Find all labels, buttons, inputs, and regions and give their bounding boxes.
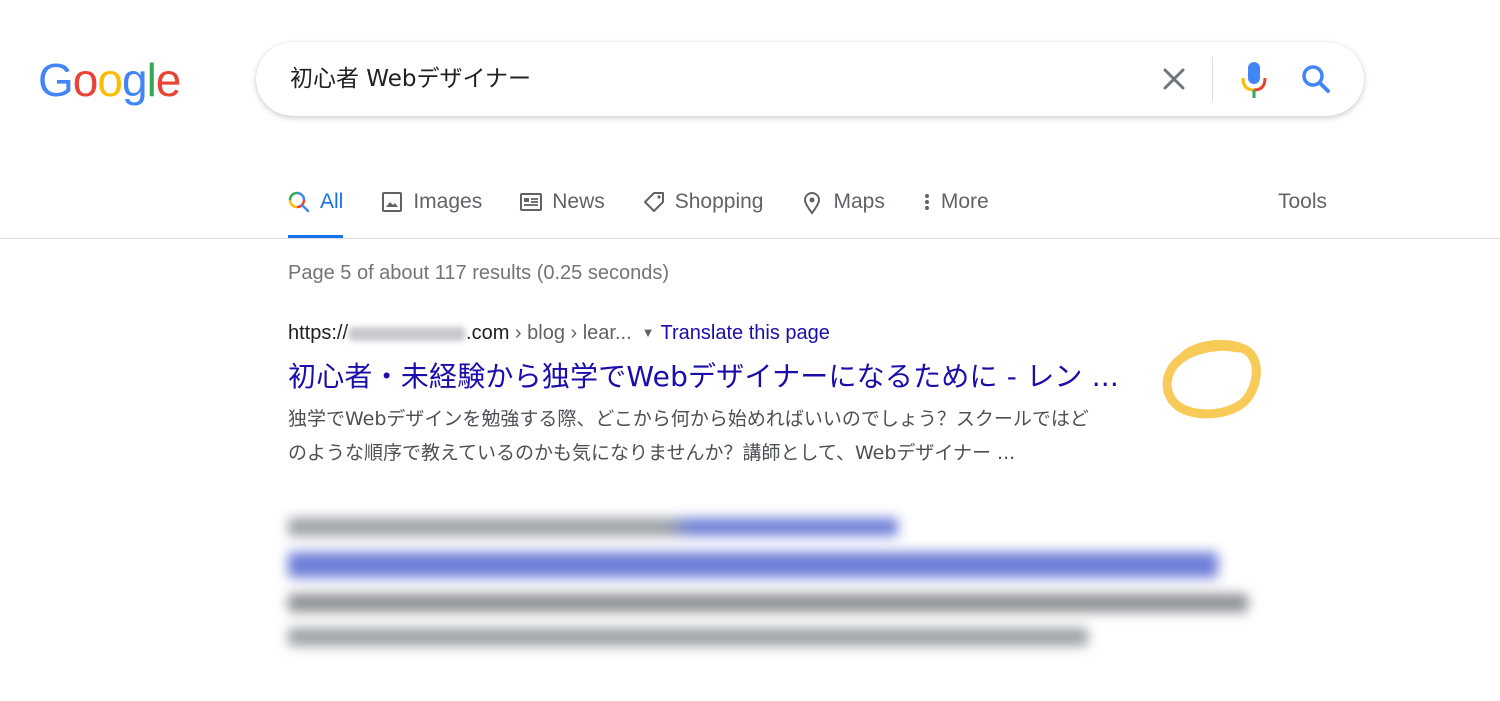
tag-icon (643, 192, 664, 212)
tabs-divider (0, 238, 1500, 239)
search-tabs: All Images News Shopping Maps More (288, 182, 1027, 238)
divider (1212, 57, 1213, 101)
logo-letter: l (146, 54, 157, 106)
blurred-snippet-line (288, 628, 1088, 646)
highlight-circle (1162, 340, 1261, 419)
tab-label: Images (413, 190, 483, 213)
tab-label: More (940, 190, 989, 213)
image-icon (382, 192, 403, 212)
search-icon (288, 191, 310, 213)
logo-letter: o (72, 54, 99, 106)
tab-images[interactable]: Images (381, 182, 482, 238)
tab-shopping[interactable]: Shopping (643, 182, 764, 238)
result-url[interactable]: https:// .com › blog › lear... ▼ Translate … (288, 322, 1248, 348)
search-box[interactable] (256, 42, 1364, 116)
tab-maps[interactable]: Maps (801, 182, 885, 238)
tab-news[interactable]: News (520, 182, 605, 238)
tools-button[interactable]: Tools (1278, 190, 1327, 214)
search-icon[interactable] (1298, 61, 1334, 97)
title-ellipsis: ... (1091, 360, 1120, 393)
logo-letter: e (155, 54, 182, 106)
snippet-line: 独学でWebデザインを勉強する際、どこから何から始めればいいのでしょう？スクール… (288, 408, 1089, 430)
map-pin-icon (804, 192, 821, 215)
logo-letter: g (121, 54, 148, 106)
blurred-snippet-line (288, 594, 1248, 612)
tab-label: News (552, 190, 605, 213)
search-input[interactable] (290, 42, 1150, 116)
tab-label: Maps (833, 190, 885, 213)
result-snippet: 独学でWebデザインを勉強する際、どこから何から始めればいいのでしょう？スクール… (288, 402, 1228, 470)
translate-link[interactable]: Translate this page (661, 322, 830, 344)
tab-label: Shopping (674, 190, 764, 213)
url-prefix: https:// (288, 322, 349, 344)
search-result: https:// .com › blog › lear... ▼ Translate … (288, 322, 1248, 470)
microphone-icon[interactable] (1236, 58, 1272, 100)
snippet-line: のような順序で教えているのかも気になりませんか？講師として、Webデザイナー .… (288, 442, 1016, 464)
blurred-url (288, 518, 898, 536)
result-title-text: 初心者・未経験から独学でWebデザイナーになるために - レン (288, 360, 1083, 393)
url-domain-suffix: .com (466, 322, 510, 344)
tab-label: All (320, 190, 344, 213)
logo-letter: G (38, 54, 74, 106)
redacted-domain (349, 326, 466, 341)
google-logo[interactable]: Google (38, 52, 182, 108)
clear-icon[interactable] (1156, 61, 1192, 97)
url-path: › blog › lear... (509, 322, 632, 344)
tab-all[interactable]: All (288, 182, 344, 238)
more-vert-icon (924, 194, 929, 210)
result-stats: Page 5 of about 117 results (0.25 second… (288, 262, 669, 284)
result-title[interactable]: 初心者・未経験から独学でWebデザイナーになるために - レン ... (288, 358, 1208, 396)
blurred-search-result (288, 518, 1248, 662)
tab-more[interactable]: More (923, 182, 989, 238)
newspaper-icon (520, 193, 543, 211)
dropdown-caret-icon[interactable]: ▼ (642, 325, 655, 340)
blurred-title (288, 552, 1218, 578)
logo-letter: o (97, 54, 123, 106)
